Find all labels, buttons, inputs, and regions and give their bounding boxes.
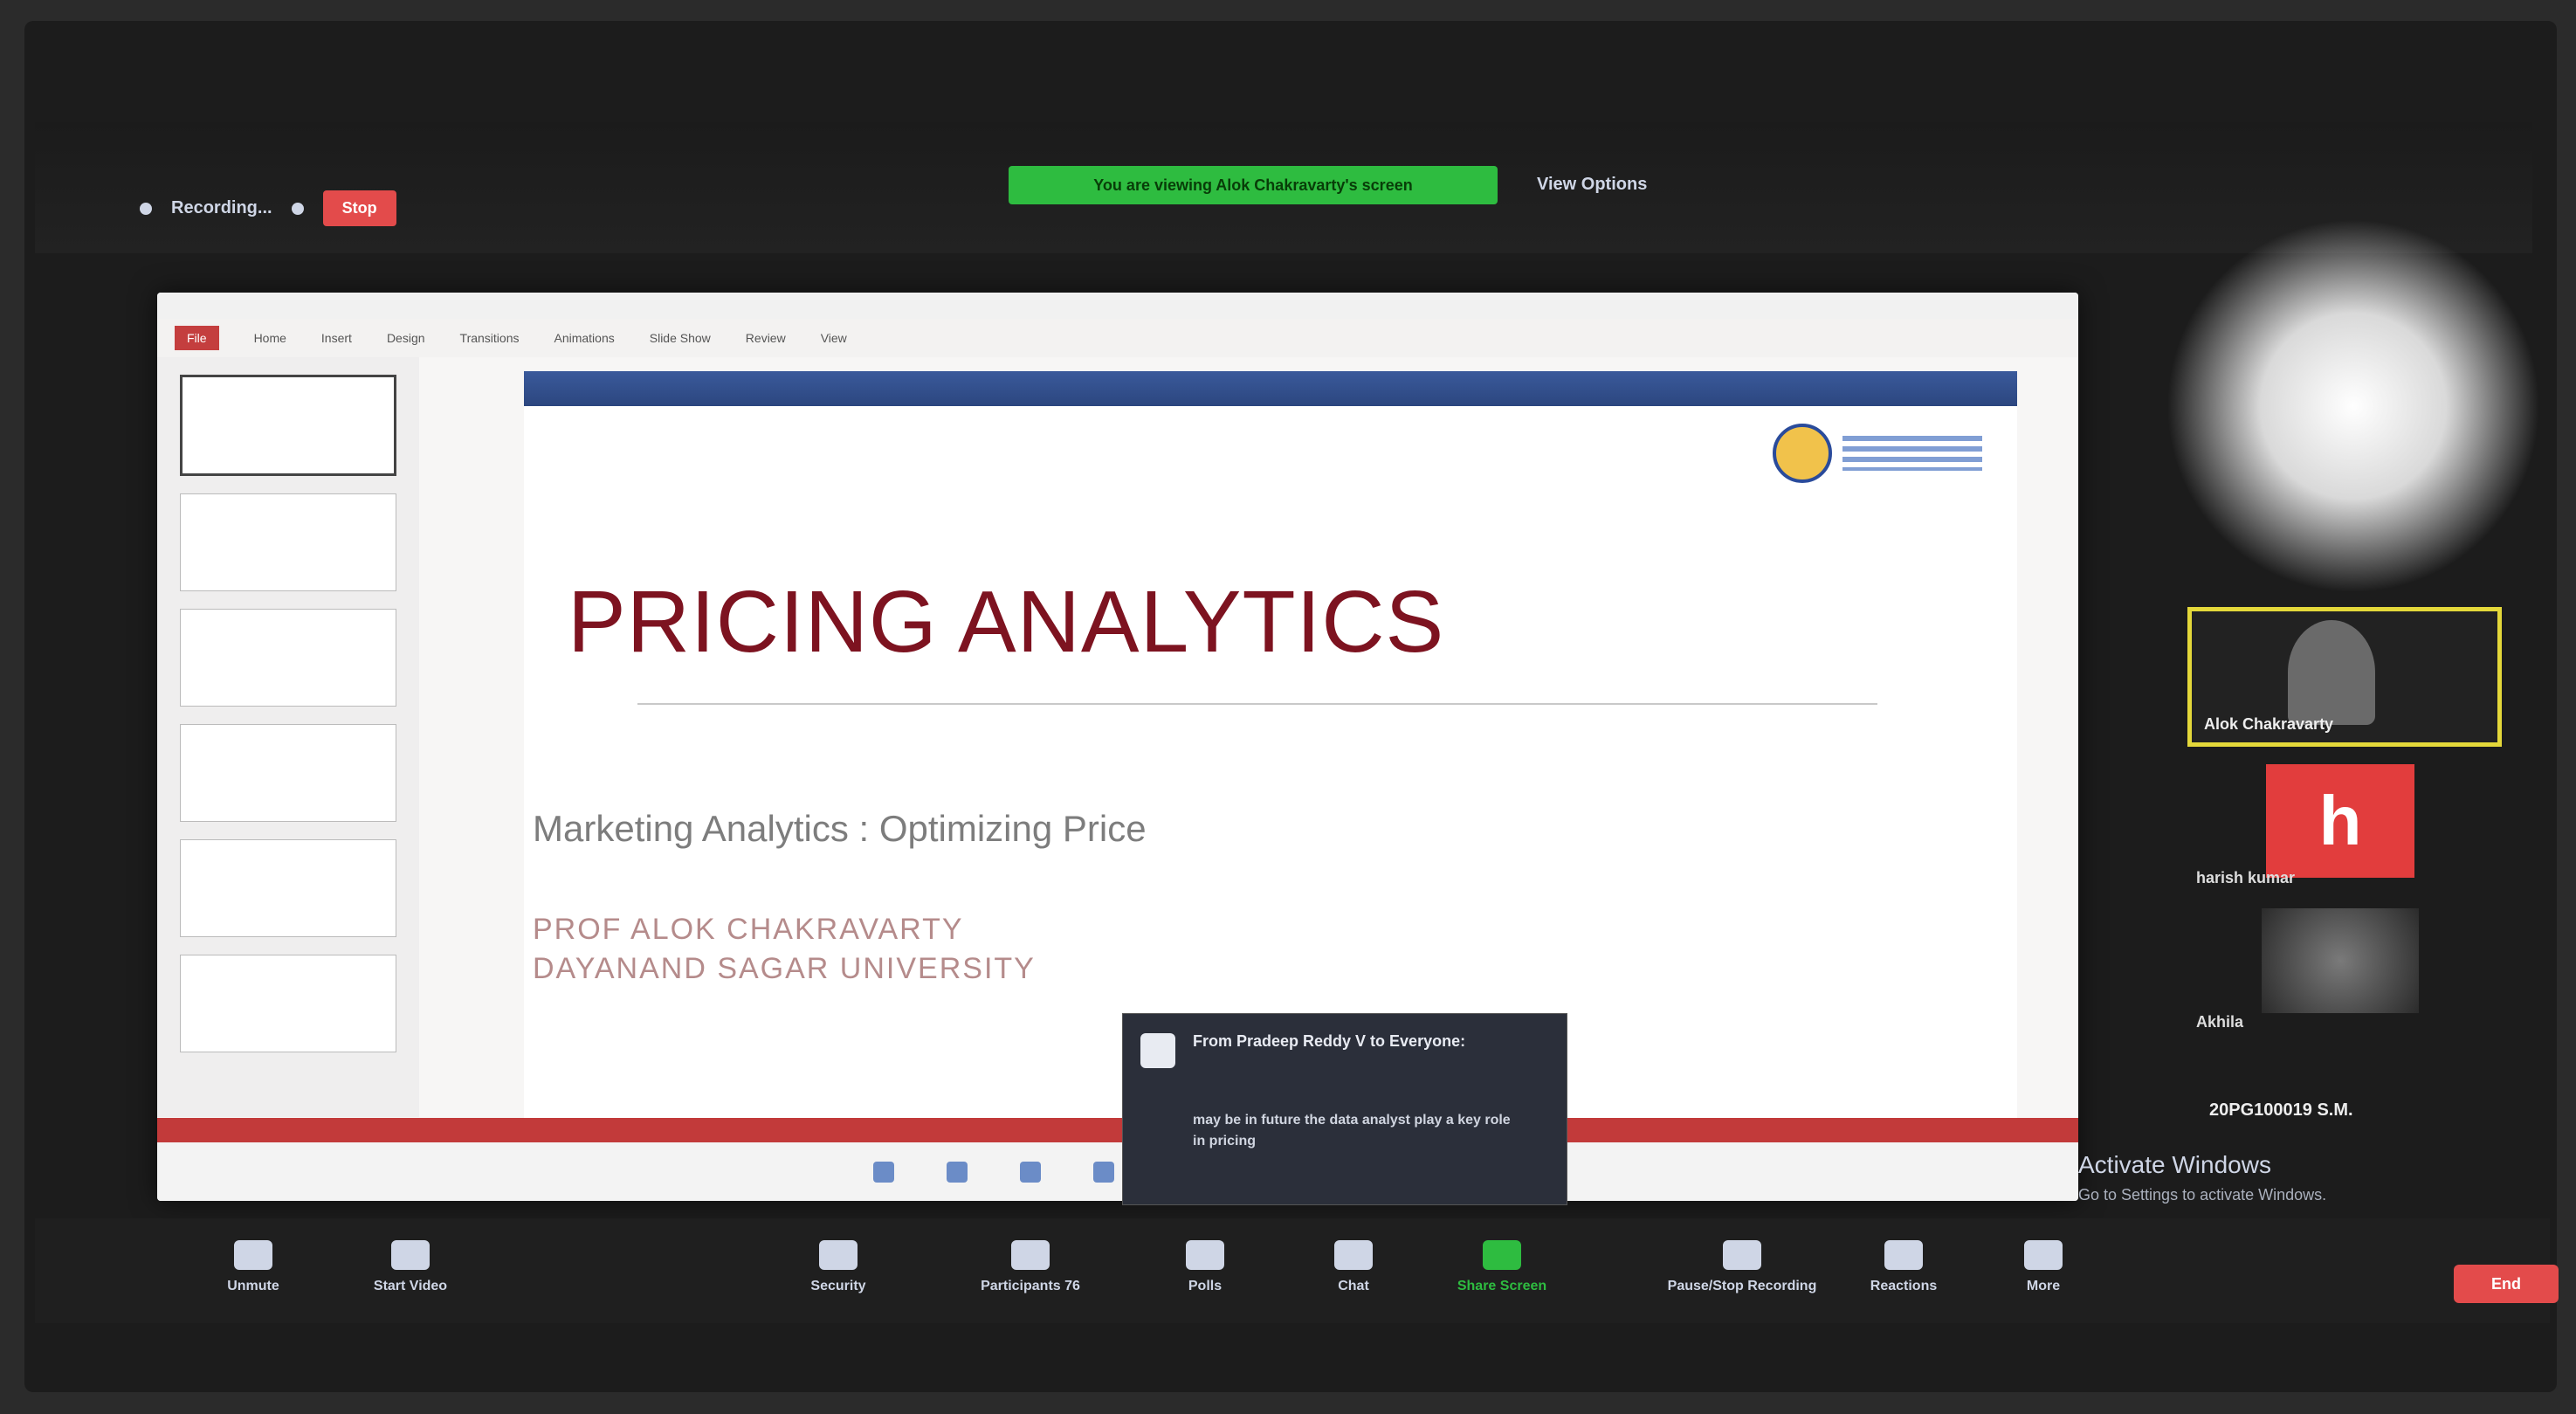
taskbar-app-icon[interactable] <box>947 1161 968 1183</box>
polls-icon <box>1186 1240 1224 1270</box>
windows-taskbar <box>157 1142 2078 1201</box>
ppt-tab-home[interactable]: Home <box>254 331 286 345</box>
activate-windows-subtitle: Go to Settings to activate Windows. <box>2078 1186 2327 1204</box>
polls-button[interactable]: Polls <box>1135 1240 1275 1294</box>
share-screen-icon <box>1483 1240 1521 1270</box>
activate-windows-title: Activate Windows <box>2078 1151 2271 1178</box>
recording-dot-icon <box>140 202 152 215</box>
slide-thumbnail[interactable] <box>180 493 396 591</box>
ppt-tab-design[interactable]: Design <box>387 331 425 345</box>
participant-name: Alok Chakravarty <box>2204 715 2334 733</box>
slide-subtitle: Marketing Analytics : Optimizing Price <box>533 808 1147 849</box>
ellipsis-icon <box>2024 1240 2063 1270</box>
ppt-tab-review[interactable]: Review <box>746 331 786 345</box>
chat-sender: From Pradeep Reddy V to Everyone: <box>1193 1032 1466 1050</box>
taskbar-app-icon[interactable] <box>1020 1161 1041 1183</box>
screen-glare <box>2166 218 2541 594</box>
participant-photo[interactable] <box>2262 908 2419 1013</box>
slide-thumbnail[interactable] <box>180 955 396 1052</box>
start-video-button[interactable]: Start Video <box>341 1240 480 1294</box>
participants-button[interactable]: Participants 76 <box>961 1240 1100 1294</box>
taskbar-app-icon[interactable] <box>1093 1161 1114 1183</box>
screen-share-banner: You are viewing Alok Chakravarty's scree… <box>1009 166 1498 204</box>
slide-divider <box>637 703 1877 705</box>
participant-name: Akhila <box>2196 1013 2244 1031</box>
pause-icon[interactable] <box>291 202 304 215</box>
chat-avatar-icon <box>1140 1033 1175 1068</box>
slide-thumbnails <box>157 357 419 1117</box>
ppt-ribbon: File Home Insert Design Transitions Anim… <box>157 319 2078 357</box>
university-logo-text <box>1842 436 1982 471</box>
recording-controls: Recording... Stop <box>140 190 396 226</box>
slide-thumbnail[interactable] <box>180 609 396 707</box>
chat-button[interactable]: Chat <box>1284 1240 1423 1294</box>
ppt-status-bar <box>157 1118 2078 1142</box>
recording-control-button[interactable]: Pause/Stop Recording <box>1642 1240 1842 1294</box>
shared-screen: File Home Insert Design Transitions Anim… <box>157 293 2078 1201</box>
participants-icon <box>1011 1240 1050 1270</box>
ppt-tab-transitions[interactable]: Transitions <box>460 331 520 345</box>
stop-recording-button[interactable]: Stop <box>322 190 396 226</box>
taskbar-app-icon[interactable] <box>873 1161 894 1183</box>
shield-icon <box>819 1240 858 1270</box>
recording-label: Recording... <box>171 198 272 217</box>
video-camera-icon <box>391 1240 430 1270</box>
participant-id-label: 20PG100019 S.M. <box>2209 1100 2353 1120</box>
chat-notification[interactable]: From Pradeep Reddy V to Everyone: may be… <box>1122 1013 1567 1205</box>
ppt-tab-slideshow[interactable]: Slide Show <box>650 331 711 345</box>
ppt-titlebar <box>157 293 2078 319</box>
ppt-tab-animations[interactable]: Animations <box>554 331 614 345</box>
slide-thumbnail[interactable] <box>180 375 396 476</box>
reaction-emoji-icon <box>1884 1240 1923 1270</box>
ppt-tab-insert[interactable]: Insert <box>321 331 352 345</box>
unmute-button[interactable]: Unmute <box>183 1240 323 1294</box>
end-meeting-button[interactable]: End <box>2454 1265 2559 1303</box>
participant-avatar[interactable]: h <box>2266 764 2414 878</box>
security-button[interactable]: Security <box>768 1240 908 1294</box>
pause-stop-icon <box>1723 1240 1761 1270</box>
view-options-button[interactable]: View Options <box>1537 175 1647 195</box>
slide-title: PRICING ANALYTICS <box>568 573 1445 671</box>
university-logo <box>1773 424 1982 483</box>
reactions-button[interactable]: Reactions <box>1834 1240 1973 1294</box>
ppt-tab-view[interactable]: View <box>821 331 847 345</box>
more-button[interactable]: More <box>1973 1240 2113 1294</box>
active-speaker-tile[interactable]: Alok Chakravarty <box>2187 607 2502 747</box>
participant-name: harish kumar <box>2196 869 2296 886</box>
slide-thumbnail[interactable] <box>180 724 396 822</box>
slide-header-bar <box>524 371 2017 406</box>
microphone-icon <box>234 1240 272 1270</box>
ppt-tab-file[interactable]: File <box>175 326 219 350</box>
share-screen-button[interactable]: Share Screen <box>1432 1240 1572 1294</box>
university-emblem-icon <box>1773 424 1832 483</box>
slide-university: DAYANAND SAGAR UNIVERSITY <box>533 952 1036 985</box>
slide-author: PROF ALOK CHAKRAVARTY <box>533 913 964 946</box>
participant-video <box>2288 620 2375 725</box>
slide-thumbnail[interactable] <box>180 839 396 937</box>
chat-bubble-icon <box>1334 1240 1373 1270</box>
chat-message: may be in future the data analyst play a… <box>1193 1113 1511 1148</box>
participants-count: 76 <box>1064 1279 1080 1293</box>
